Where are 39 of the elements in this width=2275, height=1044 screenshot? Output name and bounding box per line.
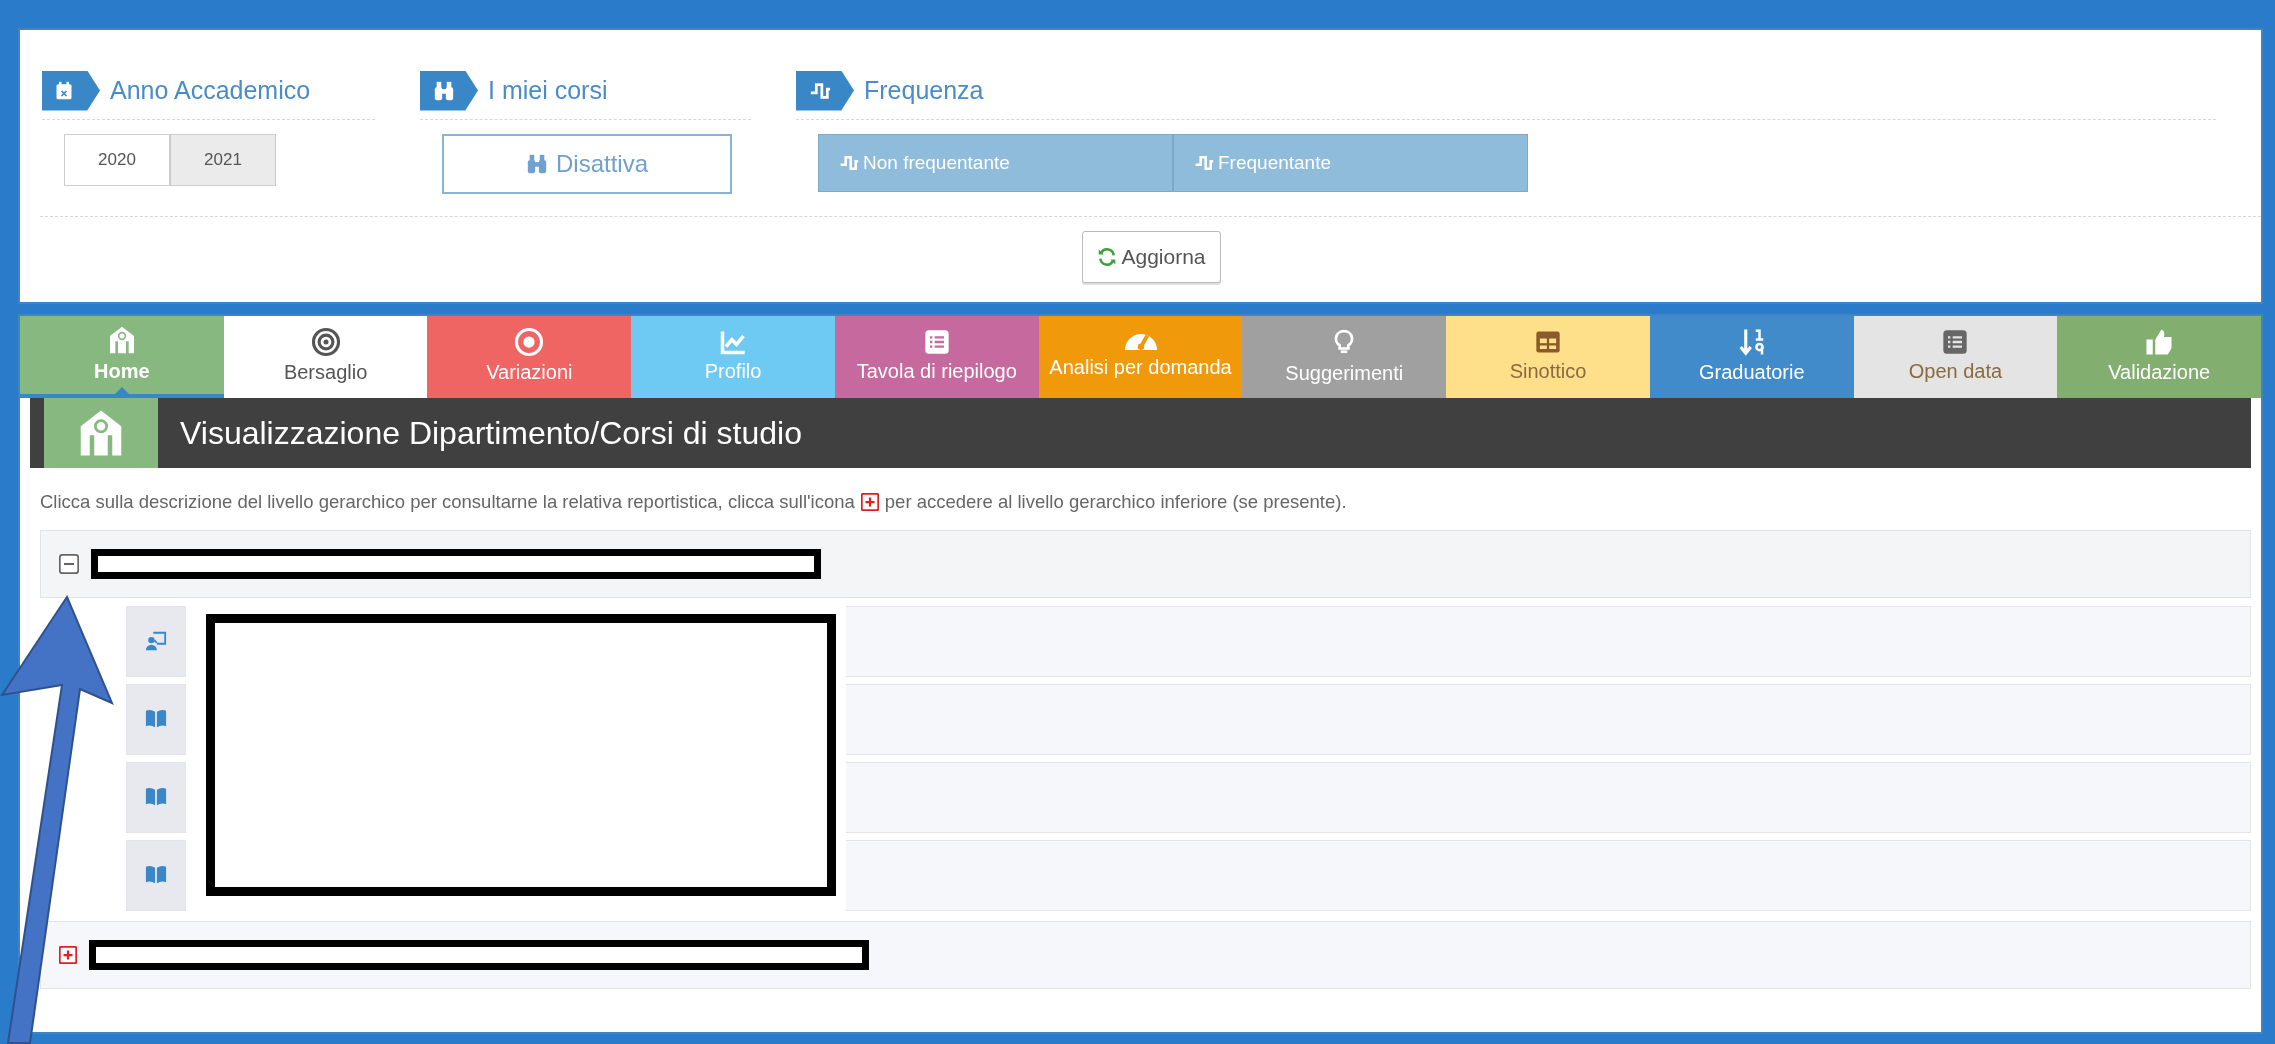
filter-title: Frequenza [864,74,984,106]
instruction-text: Clicca sulla descrizione del livello gerarchico per consultarne la relativa reportistica, clicca sull'icona [40,490,855,514]
filter-title: Anno Accademico [110,74,311,106]
nav-tab[interactable]: Bersaglio [223,316,428,398]
tree-item[interactable] [126,605,186,677]
instruction-text: per accedere al livello gerarchico inferiore (se presente). [884,490,1347,514]
nav-tab[interactable]: Variazioni [427,316,632,398]
collapse-icon [59,553,79,574]
attendance-button[interactable]: Frequentante [1173,134,1528,192]
nav-tab[interactable]: Graduatorie [1649,316,1854,398]
refresh-button[interactable]: Aggiorna [1082,231,1221,283]
pulse-icon [839,153,859,173]
tree-item[interactable] [126,839,186,911]
refresh-icon [1097,247,1118,267]
pulse-icon [1194,153,1214,173]
tree-item[interactable] [126,683,186,755]
calendar-icon [54,79,74,102]
nav-tab[interactable]: Suggerimenti [1242,316,1447,398]
nav-tab[interactable]: Profilo [631,316,835,398]
nav-tab[interactable]: Tavola di riepilogo [834,316,1039,398]
nav-tab[interactable]: Home [20,316,224,398]
nav-tab[interactable]: Sinottico [1446,316,1650,398]
nav-tab[interactable]: Open data [1853,316,2058,398]
nav-tab[interactable]: Validazione [2057,316,2262,398]
year-button[interactable]: 2021 [170,134,276,186]
target-icon [514,327,545,357]
section-title: Visualizzazione Dipartimento/Corsi di studio [180,414,802,453]
gauge-icon [1124,332,1157,352]
expand-icon [860,492,879,511]
tree-item[interactable] [126,761,186,833]
attendance-button[interactable]: Non frequentante [818,134,1173,192]
target-icon [310,327,341,357]
expand-icon [59,945,77,964]
filter-title: I miei corsi [488,74,608,106]
nav-tab[interactable]: Analisi per domanda [1038,316,1243,398]
binoculars-icon [526,153,548,175]
toggle-button[interactable]: Disattiva [442,134,732,194]
year-button[interactable]: 2020 [64,134,170,186]
binoculars-icon [432,79,456,102]
